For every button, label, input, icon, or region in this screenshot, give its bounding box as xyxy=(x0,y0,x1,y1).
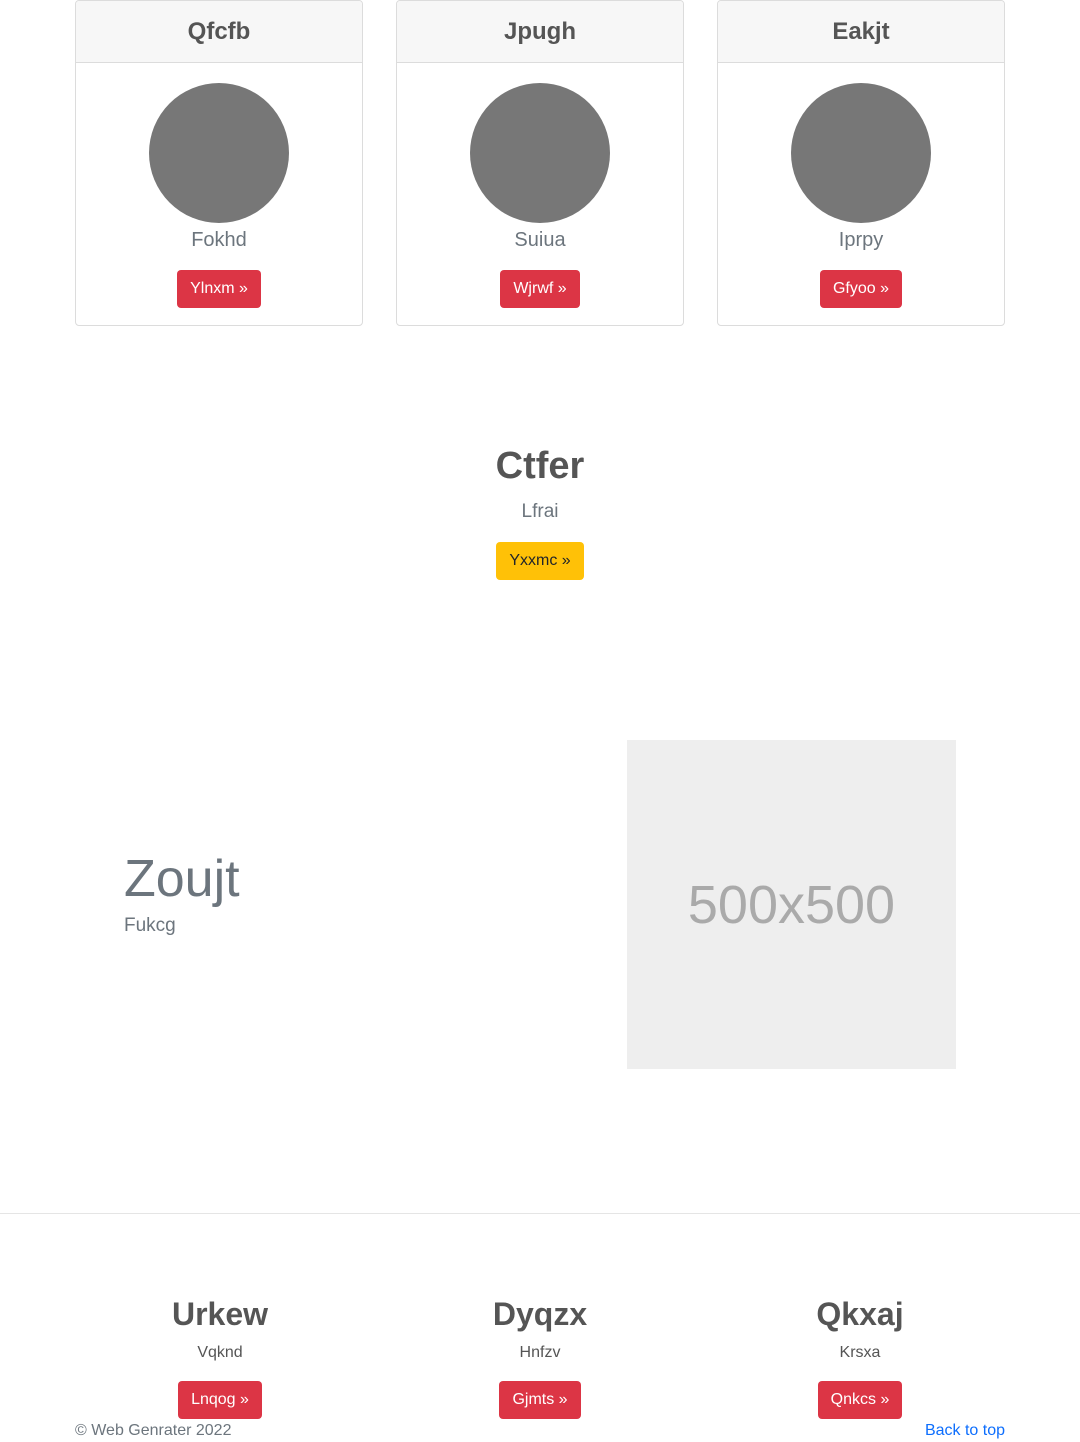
feature-button[interactable]: Yxxmc » xyxy=(496,542,584,580)
divider xyxy=(0,1213,1080,1214)
column: Dyqzx Hnfzv Gjmts » xyxy=(395,1293,685,1419)
card-row: Qfcfb Fokhd Ylnxm » Jpugh Suiua Wjrwf » … xyxy=(75,0,1005,326)
avatar xyxy=(791,83,931,223)
profile-card: Eakjt Iprpy Gfyoo » xyxy=(717,0,1005,326)
column-title: Urkew xyxy=(171,1296,269,1332)
column-text: Krsxa xyxy=(839,1344,881,1361)
image-placeholder-label: 500x500 xyxy=(687,874,896,935)
card-text: Fokhd xyxy=(191,229,247,251)
column-text: Vqknd xyxy=(197,1344,243,1361)
column: Qkxaj Krsxa Qnkcs » xyxy=(715,1293,1005,1419)
card-text: Suiua xyxy=(514,229,566,251)
profile-card: Qfcfb Fokhd Ylnxm » xyxy=(75,0,363,326)
back-to-top-link[interactable]: Back to top xyxy=(925,1421,1005,1441)
profile-card: Jpugh Suiua Wjrwf » xyxy=(396,0,684,326)
card-body: Suiua Wjrwf » xyxy=(397,63,683,308)
footer-copyright: © Web Genrater 2022 xyxy=(75,1422,232,1439)
avatar xyxy=(470,83,610,223)
card-body: Fokhd Ylnxm » xyxy=(76,63,362,308)
column-button[interactable]: Lnqog » xyxy=(178,1381,262,1419)
feature-title: Ctfer xyxy=(495,445,585,487)
card-text: Iprpy xyxy=(838,229,884,251)
column-text: Hnfzv xyxy=(519,1344,561,1361)
column-button[interactable]: Qnkcs » xyxy=(817,1381,903,1419)
image-placeholder: 500x500 xyxy=(627,740,956,1069)
card-title: Jpugh xyxy=(397,1,683,63)
feature-subtitle: Lfrai xyxy=(521,501,559,522)
column-title: Qkxaj xyxy=(816,1296,904,1332)
card-title: Qfcfb xyxy=(76,1,362,63)
card-button[interactable]: Wjrwf » xyxy=(500,270,580,308)
feature-section: Ctfer Lfrai Yxxmc » xyxy=(0,444,1080,580)
bottom-columns: Urkew Vqknd Lnqog » Dyqzx Hnfzv Gjmts » … xyxy=(75,1293,1005,1419)
split-title: Zoujt xyxy=(124,850,240,908)
card-button[interactable]: Ylnxm » xyxy=(177,270,261,308)
avatar xyxy=(149,83,289,223)
split-text: Zoujt Fukcg xyxy=(124,850,240,938)
column: Urkew Vqknd Lnqog » xyxy=(75,1293,365,1419)
page: Qfcfb Fokhd Ylnxm » Jpugh Suiua Wjrwf » … xyxy=(0,0,1080,1442)
split-subtitle: Fukcg xyxy=(124,915,176,936)
column-title: Dyqzx xyxy=(492,1296,588,1332)
column-button[interactable]: Gjmts » xyxy=(499,1381,581,1419)
card-body: Iprpy Gfyoo » xyxy=(718,63,1004,308)
card-button[interactable]: Gfyoo » xyxy=(819,270,903,308)
card-title: Eakjt xyxy=(718,1,1004,63)
